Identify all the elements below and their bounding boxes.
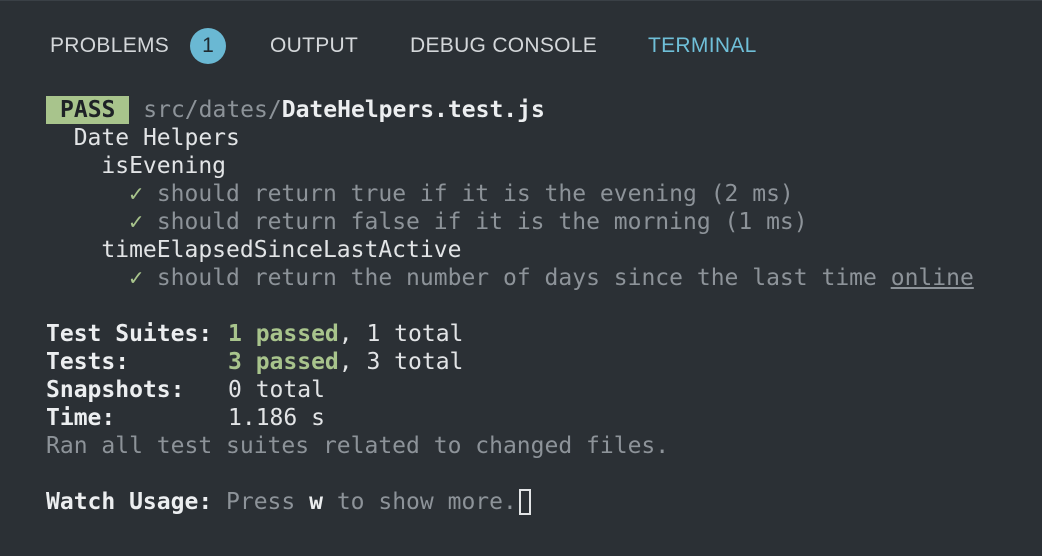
summary-tests-line: Tests: 3 passed, 3 total [46, 348, 1016, 376]
snapshots-value: 0 total [228, 377, 325, 403]
ran-all-line: Ran all test suites related to changed f… [46, 433, 670, 459]
passed-count: 3 passed [228, 349, 339, 375]
summary-suites-line: Test Suites: 1 passed, 1 total [46, 320, 1016, 348]
watch-key: w [309, 489, 323, 515]
tab-terminal[interactable]: TERMINAL [648, 31, 757, 61]
test-result-line: ✓ should return true if it is the evenin… [46, 180, 1016, 208]
test-result-line: ✓ should return false if it is the morni… [46, 208, 1016, 236]
test-name: should return the number of days since t… [156, 265, 891, 291]
test-name: should return false if it is the morning… [156, 209, 808, 235]
summary-label: Time: [46, 405, 116, 431]
online-link[interactable]: online [891, 265, 974, 291]
summary-snapshots-line: Snapshots: 0 total [46, 376, 1016, 404]
test-file-name: DateHelpers.test.js [281, 97, 545, 123]
test-result-line: ✓ should return the number of days since… [46, 264, 1016, 292]
problems-count-badge: 1 [190, 28, 226, 64]
group-line: timeElapsedSinceLastActive [46, 236, 1016, 264]
time-value: 1.186 s [228, 405, 325, 431]
watch-usage-label: Watch Usage: [46, 489, 213, 515]
test-file-dir: src/dates/ [143, 97, 282, 123]
group-line: isEvening [46, 152, 1016, 180]
group-label-time-elapsed: timeElapsedSinceLastActive [101, 237, 462, 263]
terminal-cursor [518, 489, 531, 515]
bottom-panel: PROBLEMS 1 OUTPUT DEBUG CONSOLE TERMINAL… [0, 0, 1042, 556]
terminal-output[interactable]: PASS src/dates/DateHelpers.test.js Date … [46, 96, 1016, 516]
summary-label: Tests: [46, 349, 130, 375]
summary-label: Test Suites: [46, 321, 213, 347]
panel-tabs: PROBLEMS 1 OUTPUT DEBUG CONSOLE TERMINAL [0, 1, 1042, 89]
summary-label: Snapshots: [46, 377, 185, 403]
total-count: , 1 total [338, 321, 464, 347]
summary-time-line: Time: 1.186 s [46, 404, 1016, 432]
check-icon: ✓ [129, 209, 143, 235]
check-icon: ✓ [129, 265, 143, 291]
tab-output[interactable]: OUTPUT [270, 31, 358, 61]
passed-count: 1 passed [228, 321, 339, 347]
tab-debug-console[interactable]: DEBUG CONSOLE [410, 31, 597, 61]
tab-problems[interactable]: PROBLEMS [50, 31, 169, 61]
total-count: , 3 total [338, 349, 464, 375]
test-name: should return true if it is the evening … [156, 181, 794, 207]
describe-label: Date Helpers [73, 125, 240, 151]
describe-line: Date Helpers [46, 124, 1016, 152]
test-file-line: PASS src/dates/DateHelpers.test.js [46, 96, 1016, 124]
watch-press: Press [212, 489, 310, 515]
watch-rest: to show more. [322, 489, 517, 515]
check-icon: ✓ [129, 181, 143, 207]
watch-usage-line: Watch Usage: Press w to show more. [46, 488, 1016, 516]
pass-badge: PASS [46, 96, 130, 124]
group-label-is-evening: isEvening [101, 153, 227, 179]
